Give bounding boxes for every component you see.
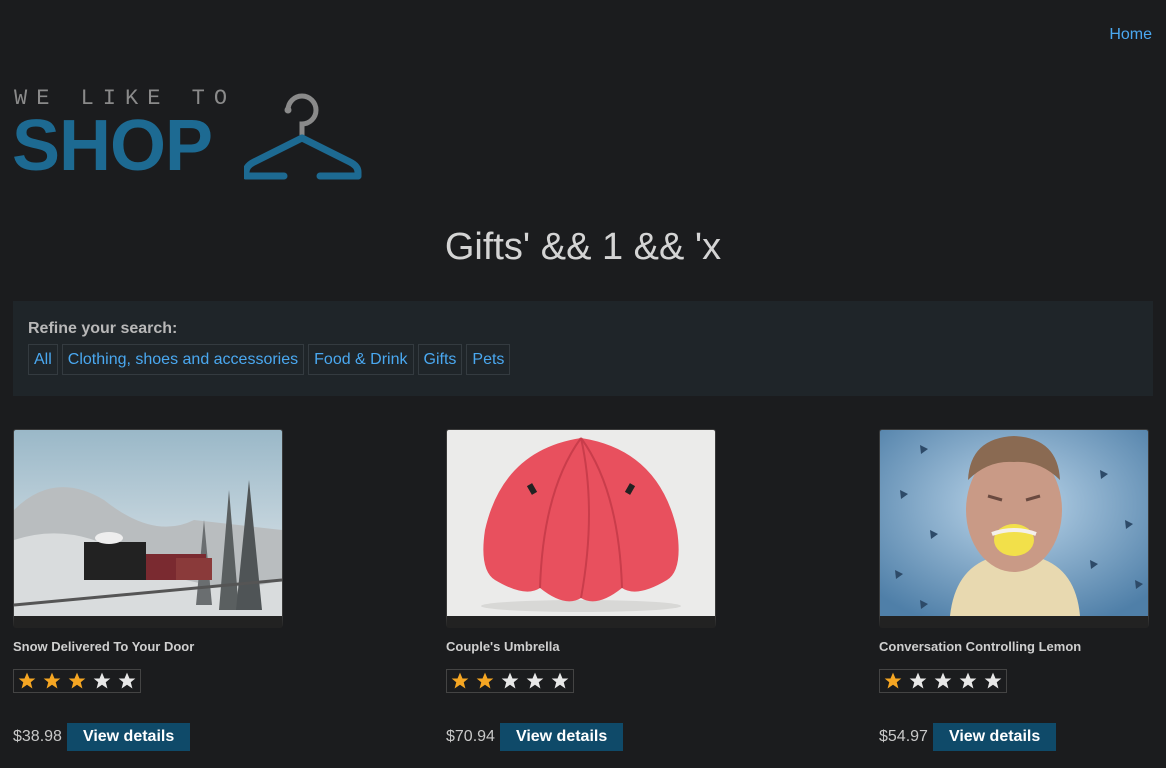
star-filled-icon xyxy=(68,672,86,689)
filter-pets[interactable]: Pets xyxy=(466,344,511,375)
star-rating xyxy=(13,669,141,693)
product-name: Snow Delivered To Your Door xyxy=(13,639,195,654)
star-filled-icon xyxy=(884,672,902,689)
product-name: Couple's Umbrella xyxy=(446,639,560,654)
star-empty-icon xyxy=(551,672,569,689)
filter-all[interactable]: All xyxy=(28,344,58,375)
star-rating xyxy=(446,669,574,693)
hanger-icon xyxy=(244,93,362,180)
product-image[interactable] xyxy=(13,429,283,628)
product-card: Conversation Controlling Lemon $54.97 Vi… xyxy=(879,429,1149,751)
star-empty-icon xyxy=(93,672,111,689)
logo-wordmark: SHOP xyxy=(12,106,213,186)
filter-label: Refine your search: xyxy=(28,320,178,337)
product-card: Snow Delivered To Your Door $38.98 View … xyxy=(13,429,283,751)
site-logo[interactable]: WE LIKE TO SHOP xyxy=(12,86,372,182)
star-rating xyxy=(879,669,1007,693)
product-card: Couple's Umbrella $70.94 View details xyxy=(446,429,716,751)
product-price: $54.97 xyxy=(879,728,928,745)
view-details-button[interactable]: View details xyxy=(66,723,191,751)
product-price: $38.98 xyxy=(13,728,62,745)
star-empty-icon xyxy=(501,672,519,689)
star-filled-icon xyxy=(43,672,61,689)
view-details-button[interactable]: View details xyxy=(499,723,624,751)
star-empty-icon xyxy=(526,672,544,689)
star-empty-icon xyxy=(118,672,136,689)
filter-clothing[interactable]: Clothing, shoes and accessories xyxy=(61,344,305,375)
star-empty-icon xyxy=(959,672,977,689)
filter-food-drink[interactable]: Food & Drink xyxy=(308,344,414,375)
star-filled-icon xyxy=(476,672,494,689)
star-filled-icon xyxy=(451,672,469,689)
product-price: $70.94 xyxy=(446,728,495,745)
home-link[interactable]: Home xyxy=(1109,26,1152,44)
product-image[interactable] xyxy=(446,429,716,628)
star-empty-icon xyxy=(934,672,952,689)
page-title: Gifts' && 1 && 'x xyxy=(444,226,722,268)
star-empty-icon xyxy=(909,672,927,689)
filter-links: All Clothing, shoes and accessories Food… xyxy=(28,344,1138,375)
filter-gifts[interactable]: Gifts xyxy=(417,344,463,375)
star-empty-icon xyxy=(984,672,1002,689)
filter-panel: Refine your search: All Clothing, shoes … xyxy=(13,301,1153,396)
star-filled-icon xyxy=(18,672,36,689)
view-details-button[interactable]: View details xyxy=(932,723,1057,751)
product-name: Conversation Controlling Lemon xyxy=(879,639,1082,654)
product-image[interactable] xyxy=(879,429,1149,628)
